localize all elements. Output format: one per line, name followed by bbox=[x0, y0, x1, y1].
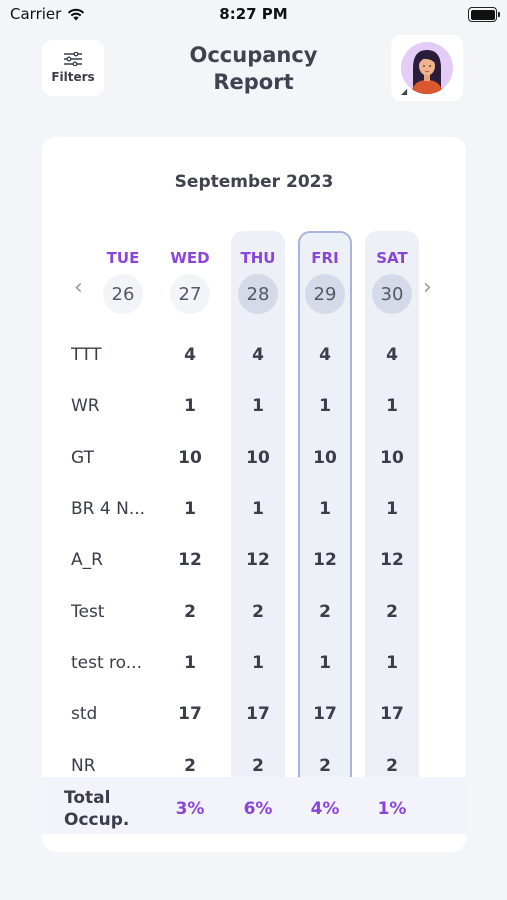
table-cell: 17 bbox=[246, 704, 270, 724]
table-cell: 1 bbox=[319, 653, 331, 673]
status-time: 8:27 PM bbox=[219, 5, 288, 23]
table-cell: 2 bbox=[184, 602, 196, 622]
table-cell: 4 bbox=[184, 345, 196, 365]
day-number-29[interactable]: 29 bbox=[305, 274, 345, 314]
room-type-label: BR 4 N... bbox=[71, 499, 146, 519]
total-occupancy-value: 1% bbox=[377, 799, 407, 819]
room-type-label: GT bbox=[71, 448, 94, 468]
month-title: September 2023 bbox=[174, 172, 334, 192]
total-occupancy-footer: Total Occup. 3% 6% 4% 1% bbox=[42, 777, 466, 834]
filters-label: Filters bbox=[51, 70, 95, 84]
day-name-tue: TUE bbox=[106, 249, 140, 267]
day-number-28[interactable]: 28 bbox=[238, 274, 278, 314]
table-cell: 10 bbox=[246, 448, 270, 468]
total-occupancy-label: Total Occup. bbox=[64, 787, 129, 831]
table-cell: 4 bbox=[252, 345, 264, 365]
table-cell: 10 bbox=[380, 448, 404, 468]
table-cell: 10 bbox=[178, 448, 202, 468]
total-occupancy-value: 4% bbox=[310, 799, 340, 819]
avatar bbox=[401, 42, 453, 94]
total-label-line1: Total bbox=[64, 788, 111, 808]
table-cell: 2 bbox=[386, 756, 398, 776]
table-cell: 1 bbox=[252, 499, 264, 519]
filters-button[interactable]: Filters bbox=[42, 40, 104, 96]
total-occupancy-value: 6% bbox=[243, 799, 273, 819]
table-cell: 4 bbox=[319, 345, 331, 365]
table-cell: 1 bbox=[319, 499, 331, 519]
sliders-icon bbox=[64, 52, 82, 66]
room-type-label: test ro... bbox=[71, 653, 142, 673]
table-cell: 12 bbox=[380, 550, 404, 570]
table-cell: 1 bbox=[252, 653, 264, 673]
avatar-badge-icon: ◢ bbox=[401, 87, 408, 96]
table-cell: 2 bbox=[252, 756, 264, 776]
table-cell: 17 bbox=[380, 704, 404, 724]
battery-icon bbox=[468, 7, 500, 22]
table-cell: 2 bbox=[386, 602, 398, 622]
table-cell: 1 bbox=[386, 653, 398, 673]
table-cell: 10 bbox=[313, 448, 337, 468]
table-cell: 1 bbox=[184, 653, 196, 673]
table-cell: 1 bbox=[386, 396, 398, 416]
table-cell: 2 bbox=[252, 602, 264, 622]
table-cell: 12 bbox=[313, 550, 337, 570]
day-number-27[interactable]: 27 bbox=[170, 274, 210, 314]
room-type-label: A_R bbox=[71, 550, 103, 570]
table-cell: 4 bbox=[386, 345, 398, 365]
day-name-wed: WED bbox=[170, 249, 210, 267]
day-number-30[interactable]: 30 bbox=[372, 274, 412, 314]
status-bar: Carrier 8:27 PM bbox=[0, 0, 507, 32]
day-name-thu: THU bbox=[240, 249, 276, 267]
page-title: Occupancy Report bbox=[189, 43, 318, 94]
total-label-line2: Occup. bbox=[64, 810, 130, 830]
table-cell: 17 bbox=[313, 704, 337, 724]
room-type-label: Test bbox=[71, 602, 105, 622]
profile-button[interactable]: ◢ bbox=[391, 35, 463, 101]
total-occupancy-value: 3% bbox=[175, 799, 205, 819]
avatar-image bbox=[401, 42, 453, 94]
next-week-icon[interactable]: › bbox=[423, 275, 432, 300]
table-cell: 1 bbox=[319, 396, 331, 416]
day-name-sat: SAT bbox=[376, 249, 408, 267]
table-cell: 17 bbox=[178, 704, 202, 724]
table-cell: 1 bbox=[386, 499, 398, 519]
prev-week-icon[interactable]: ‹ bbox=[74, 275, 83, 300]
table-cell: 12 bbox=[178, 550, 202, 570]
table-cell: 1 bbox=[184, 396, 196, 416]
table-cell: 2 bbox=[319, 602, 331, 622]
occupancy-card: September 2023 ‹ › TUE 26 WED 27 THU 28 … bbox=[42, 137, 466, 852]
table-cell: 12 bbox=[246, 550, 270, 570]
room-type-label: NR bbox=[71, 756, 96, 776]
room-type-label: TTT bbox=[71, 345, 102, 365]
room-type-label: WR bbox=[71, 396, 100, 416]
table-cell: 2 bbox=[184, 756, 196, 776]
table-cell: 1 bbox=[252, 396, 264, 416]
table-cell: 1 bbox=[184, 499, 196, 519]
table-cell: 2 bbox=[319, 756, 331, 776]
room-type-label: std bbox=[71, 704, 98, 724]
day-number-26[interactable]: 26 bbox=[103, 274, 143, 314]
day-name-fri: FRI bbox=[311, 249, 339, 267]
